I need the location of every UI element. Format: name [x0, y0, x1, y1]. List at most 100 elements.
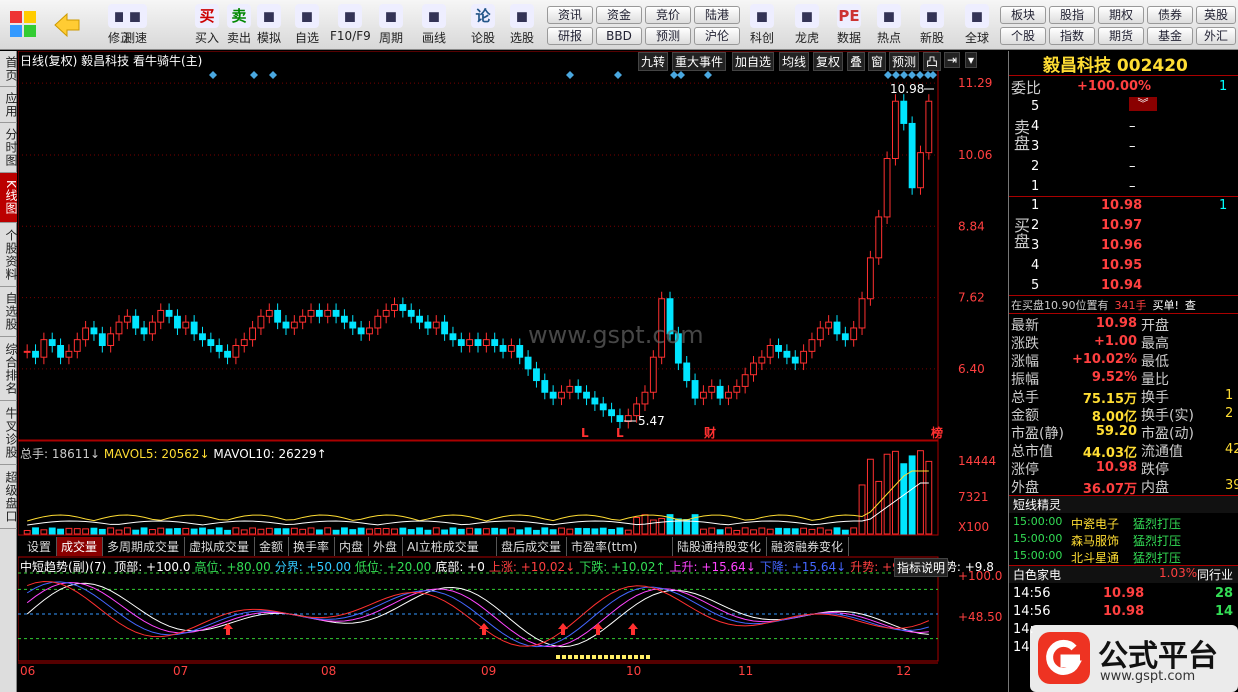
candle-body	[925, 100, 933, 154]
f10-button[interactable]: ◼ F10/F9	[330, 2, 371, 48]
candle-body	[549, 391, 557, 399]
sell-button[interactable]: 卖卖出	[222, 2, 256, 48]
up-arrow-icon	[628, 623, 638, 635]
chart-btn-6[interactable]: 窗	[868, 52, 887, 71]
chart-btn-10[interactable]: ▾	[965, 52, 978, 68]
pill-指数[interactable]: 指数	[1049, 27, 1095, 45]
kechuang-chart-button[interactable]: ◼ 科创	[745, 2, 779, 48]
chart-btn-1[interactable]: 重大事件	[672, 52, 727, 71]
star-list-button[interactable]: ◼ 自选	[290, 2, 324, 48]
bottom-dot	[586, 655, 590, 659]
candle-body	[432, 321, 440, 329]
chart-btn-0[interactable]: 九转	[638, 52, 669, 71]
tab-11[interactable]: 陆股通持股变化	[673, 537, 767, 556]
tab-5[interactable]: 换手率	[289, 537, 335, 556]
nav-自选股[interactable]: 自选股	[0, 287, 18, 337]
volume-bar	[199, 527, 206, 535]
pill-期货[interactable]: 期货	[1098, 27, 1144, 45]
nav-应用[interactable]: 应用	[0, 87, 18, 123]
candles[interactable]	[23, 94, 933, 429]
candle-body	[791, 356, 799, 364]
chart-btn-4[interactable]: 复权	[813, 52, 844, 71]
pencil-button[interactable]: ◼ 画线	[417, 2, 451, 48]
nav-K线图[interactable]: K线图	[0, 173, 18, 223]
nav-分时图[interactable]: 分时图	[0, 123, 18, 173]
tab-10[interactable]: 市盈率(ttm)	[567, 537, 673, 556]
tab-1[interactable]: 成交量	[57, 537, 103, 556]
app-logo-icon[interactable]	[6, 2, 40, 48]
nav-首页[interactable]: 首页	[0, 51, 18, 87]
tab-12[interactable]: 融资融券变化	[767, 537, 849, 556]
stopwatch-button[interactable]: ◼ 测速	[118, 2, 152, 48]
sell-price: –	[1129, 179, 1136, 194]
pencil-icon: ◼	[422, 4, 446, 28]
volume-bar	[441, 529, 449, 535]
candle-body	[917, 152, 924, 189]
chart-canvas[interactable]: 11.29 10.06 8.84 7.62 6.40 10.98 5.47 L L 财 榜 www.g…	[18, 51, 1008, 692]
event-diamond-icon	[614, 71, 622, 79]
nav-超级盘口[interactable]: 超级盘口	[0, 465, 18, 529]
globe-button[interactable]: ◼ 全球	[960, 2, 994, 48]
hammer-button[interactable]: ◼ 模拟	[252, 2, 286, 48]
indicator-explain-button[interactable]: 指标说明	[894, 558, 949, 577]
buy-button[interactable]: 买买入	[190, 2, 224, 48]
stock-select-button[interactable]: ◼ 选股	[505, 2, 539, 48]
candle-body	[516, 345, 524, 358]
candle-body	[725, 391, 732, 399]
new-stock-button[interactable]: ◼ 新股	[915, 2, 949, 48]
sector-tab[interactable]: 同行业	[1197, 566, 1233, 583]
clock-button[interactable]: ◼ 周期	[374, 2, 408, 48]
volume-bar	[407, 529, 415, 535]
volume-bar	[850, 527, 858, 535]
nav-综合排名[interactable]: 综合排名	[0, 337, 18, 401]
pe-data-button[interactable]: PE 数据	[832, 2, 866, 48]
back-arrow-icon[interactable]	[50, 2, 84, 48]
pill-基金[interactable]: 基金	[1147, 27, 1193, 45]
chart-btn-3[interactable]: 均线	[779, 52, 810, 71]
volume-bar	[908, 455, 916, 535]
pill-债券[interactable]: 债券	[1147, 6, 1193, 24]
tab-0[interactable]: 设置	[23, 537, 57, 556]
notice-d[interactable]: 查	[1185, 299, 1196, 312]
f10-label: F10/F9	[330, 29, 371, 43]
candle-body	[541, 380, 549, 393]
tab-3[interactable]: 虚拟成交量	[185, 537, 255, 556]
pill-沪伦[interactable]: 沪伦	[694, 27, 740, 45]
tab-4[interactable]: 金额	[255, 537, 289, 556]
stat-key: 振幅	[1011, 372, 1039, 388]
volume-bar	[750, 529, 757, 535]
tab-9[interactable]: 盘后成交量	[497, 537, 567, 556]
pill-个股[interactable]: 个股	[1000, 27, 1046, 45]
fire-button[interactable]: ◼ 热点	[872, 2, 906, 48]
tab-8[interactable]: AI立桩成交量	[403, 537, 497, 556]
pill-研报[interactable]: 研报	[547, 27, 593, 45]
tab-2[interactable]: 多周期成交量	[103, 537, 185, 556]
chart-btn-9[interactable]: ⇥	[944, 52, 961, 68]
tab-7[interactable]: 外盘	[369, 537, 403, 556]
pill-BBD[interactable]: BBD	[596, 27, 642, 45]
chart-btn-5[interactable]: 叠	[847, 52, 866, 71]
pill-外汇[interactable]: 外汇	[1196, 27, 1236, 45]
kline-chart-area[interactable]: 11.29 10.06 8.84 7.62 6.40 10.98 5.47 L L 财 榜 www.g…	[18, 51, 1008, 692]
pill-预测[interactable]: 预测	[645, 27, 691, 45]
dragon-tiger-button[interactable]: ◼ 龙虎	[790, 2, 824, 48]
tab-6[interactable]: 内盘	[335, 537, 369, 556]
pill-竞价[interactable]: 竞价	[645, 6, 691, 24]
pill-板块[interactable]: 板块	[1000, 6, 1046, 24]
pill-期权[interactable]: 期权	[1098, 6, 1144, 24]
nav-个股资料[interactable]: 个股资料	[0, 223, 18, 287]
nav-牛叉诊股[interactable]: 牛叉诊股	[0, 401, 18, 465]
chart-btn-2[interactable]: 加自选	[732, 52, 775, 71]
chart-btn-7[interactable]: 预测	[889, 52, 920, 71]
volume-bar	[633, 516, 641, 535]
pill-股指[interactable]: 股指	[1049, 6, 1095, 24]
chart-btn-8[interactable]: 凸	[923, 52, 942, 71]
pill-资讯[interactable]: 资讯	[547, 6, 593, 24]
pill-英股[interactable]: 英股	[1196, 6, 1236, 24]
tick-volume: 14	[1215, 604, 1234, 619]
event-diamond-icon	[884, 71, 892, 79]
pill-资金[interactable]: 资金	[596, 6, 642, 24]
discuss-button[interactable]: 论论股	[466, 2, 500, 48]
pill-陆港[interactable]: 陆港	[694, 6, 740, 24]
collapse-chevron-icon[interactable]: ︾	[1129, 97, 1157, 111]
